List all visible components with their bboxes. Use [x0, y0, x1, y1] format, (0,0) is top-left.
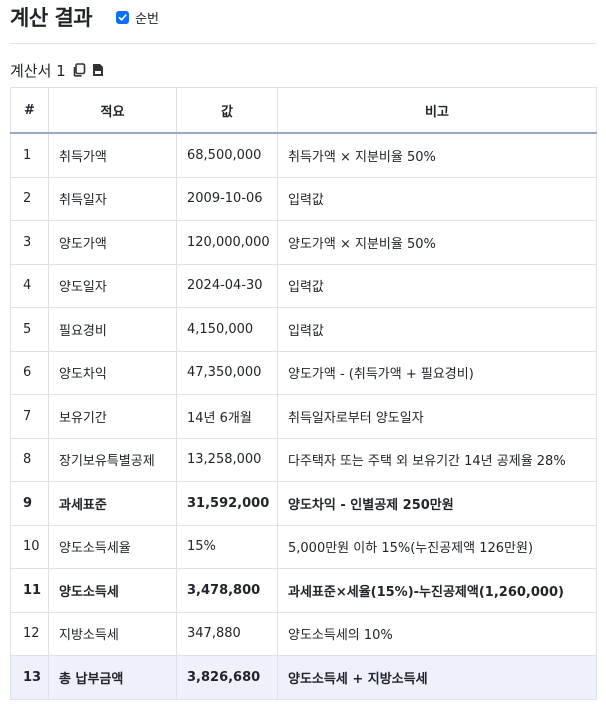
table-row: 10 양도소득세율 15% 5,000만원 이하 15%(누진공제액 126만원): [10, 524, 597, 569]
row-note-cell: 입력값: [277, 263, 597, 308]
column-header-value: 값: [176, 87, 278, 134]
row-item-cell: 양도가액: [48, 220, 177, 265]
row-item-cell: 양도일자: [48, 263, 177, 308]
table-row: 8 장기보유특별공제 13,258,000 다주택자 또는 주택 외 보유기간 14년…: [10, 437, 597, 482]
sheet-heading: 계산서 1: [10, 60, 104, 80]
row-value-cell: 2024-04-30: [176, 263, 278, 308]
row-note-cell: 양도가액 - (취득가액 + 필요경비): [277, 350, 597, 395]
row-value-cell: 120,000,000: [176, 220, 278, 265]
table-body: 1 취득가액 68,500,000 취득가액 × 지분비율 50% 2 취득일자 2009-…: [10, 132, 597, 700]
row-note-cell: 양도소득세의 10%: [277, 611, 597, 656]
column-header-item: 적요: [48, 87, 177, 134]
row-item-cell: 취득가액: [48, 132, 177, 178]
file-icon[interactable]: [92, 63, 104, 77]
table-row: 13 총 납부금액 3,826,680 양도소득세 + 지방소득세: [10, 655, 597, 700]
row-number-cell: 6: [10, 350, 49, 395]
row-value-cell: 14년 6개월: [176, 394, 278, 439]
table-row: 12 지방소득세 347,880 양도소득세의 10%: [10, 611, 597, 656]
row-number-cell: 5: [10, 307, 49, 352]
row-value-cell: 347,880: [176, 611, 278, 656]
table-row: 6 양도차익 47,350,000 양도가액 - (취득가액 + 필요경비): [10, 350, 597, 395]
row-number-cell: 1: [10, 132, 49, 178]
row-number-label: 순번: [135, 11, 160, 27]
row-note-cell: 양도가액 × 지분비율 50%: [277, 220, 597, 265]
row-value-cell: 13,258,000: [176, 437, 278, 482]
row-value-cell: 68,500,000: [176, 132, 278, 178]
result-header: 계산 결과 순번: [10, 2, 159, 32]
row-item-cell: 취득일자: [48, 176, 177, 221]
row-number-cell: 4: [10, 263, 49, 308]
table-row: 1 취득가액 68,500,000 취득가액 × 지분비율 50%: [10, 132, 597, 178]
row-item-cell: 보유기간: [48, 394, 177, 439]
table-row: 11 양도소득세 3,478,800 과세표준×세율(15%)-누진공제액(1,260…: [10, 568, 597, 613]
row-value-cell: 47,350,000: [176, 350, 278, 395]
table-row: 2 취득일자 2009-10-06 입력값: [10, 176, 597, 221]
row-number-cell: 3: [10, 220, 49, 265]
row-value-cell: 4,150,000: [176, 307, 278, 352]
copy-icon[interactable]: [72, 63, 86, 77]
row-number-cell: 9: [10, 481, 49, 526]
row-number-toggle[interactable]: 순번: [116, 8, 159, 27]
row-number-cell: 2: [10, 176, 49, 221]
table-header-row: # 적요 값 비고: [10, 87, 597, 134]
row-number-cell: 11: [10, 568, 49, 613]
row-value-cell: 3,478,800: [176, 568, 278, 613]
row-item-cell: 양도소득세: [48, 568, 177, 613]
column-header-number: #: [10, 87, 49, 134]
column-header-note: 비고: [277, 87, 597, 134]
row-number-cell: 13: [10, 655, 49, 700]
row-note-cell: 5,000만원 이하 15%(누진공제액 126만원): [277, 524, 597, 569]
header-divider: [10, 43, 596, 44]
row-note-cell: 입력값: [277, 307, 597, 352]
table-row: 9 과세표준 31,592,000 양도차익 - 인별공제 250만원: [10, 481, 597, 526]
row-note-cell: 양도소득세 + 지방소득세: [277, 655, 597, 700]
check-icon: [118, 13, 127, 21]
sheet-title: 계산서 1: [10, 61, 66, 80]
row-note-cell: 취득일자로부터 양도일자: [277, 394, 597, 439]
row-note-cell: 입력값: [277, 176, 597, 221]
row-value-cell: 31,592,000: [176, 481, 278, 526]
table-row: 5 필요경비 4,150,000 입력값: [10, 307, 597, 352]
row-value-cell: 2009-10-06: [176, 176, 278, 221]
calculation-table: # 적요 값 비고 1 취득가액 68,500,000 취득가액 × 지분비율 50%…: [10, 87, 597, 700]
row-item-cell: 양도차익: [48, 350, 177, 395]
row-number-checkbox[interactable]: [116, 10, 130, 24]
row-item-cell: 총 납부금액: [48, 655, 177, 700]
row-item-cell: 장기보유특별공제: [48, 437, 177, 482]
row-note-cell: 과세표준×세율(15%)-누진공제액(1,260,000): [277, 568, 597, 613]
row-number-cell: 8: [10, 437, 49, 482]
table-row: 3 양도가액 120,000,000 양도가액 × 지분비율 50%: [10, 220, 597, 265]
row-item-cell: 필요경비: [48, 307, 177, 352]
row-note-cell: 취득가액 × 지분비율 50%: [277, 132, 597, 178]
row-note-cell: 다주택자 또는 주택 외 보유기간 14년 공제율 28%: [277, 437, 597, 482]
row-note-cell: 양도차익 - 인별공제 250만원: [277, 481, 597, 526]
table-row: 4 양도일자 2024-04-30 입력값: [10, 263, 597, 308]
page-title: 계산 결과: [10, 6, 93, 30]
row-item-cell: 지방소득세: [48, 611, 177, 656]
table-row: 7 보유기간 14년 6개월 취득일자로부터 양도일자: [10, 394, 597, 439]
row-number-cell: 7: [10, 394, 49, 439]
row-item-cell: 양도소득세율: [48, 524, 177, 569]
row-item-cell: 과세표준: [48, 481, 177, 526]
row-number-cell: 10: [10, 524, 49, 569]
row-number-cell: 12: [10, 611, 49, 656]
row-value-cell: 3,826,680: [176, 655, 278, 700]
row-value-cell: 15%: [176, 524, 278, 569]
